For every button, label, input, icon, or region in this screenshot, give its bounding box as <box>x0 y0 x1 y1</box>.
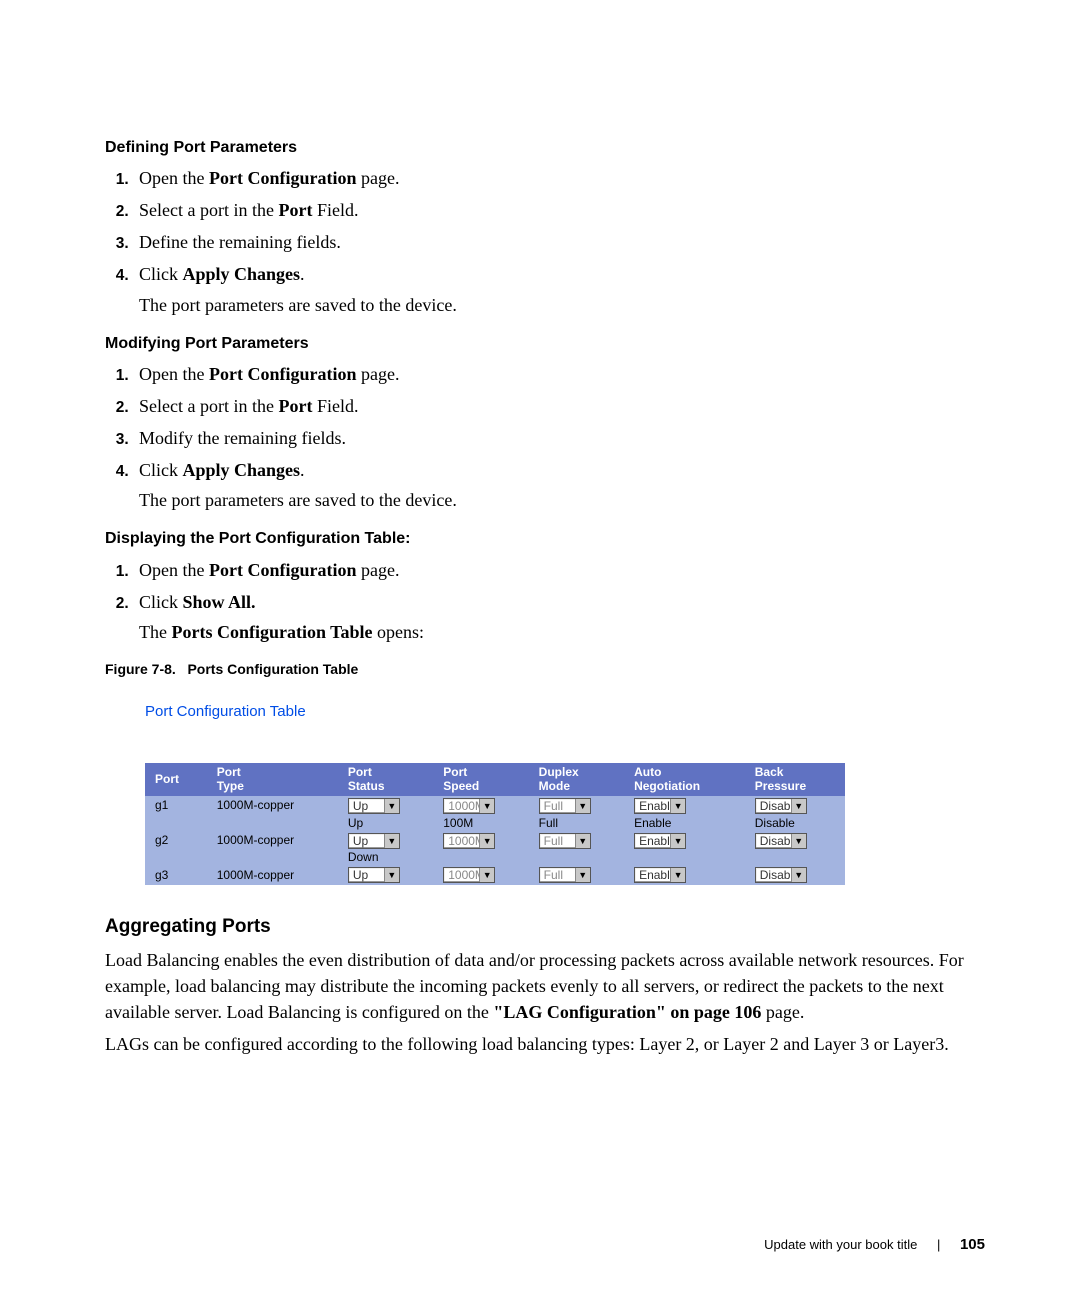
chevron-down-icon: ▼ <box>575 868 590 882</box>
figure-caption: Figure 7-8. Ports Configuration Table <box>105 659 990 679</box>
port-status-select[interactable]: Up▼ <box>348 867 400 883</box>
port-speed-select: 1000M▼ <box>443 867 495 883</box>
col-back-pressure: BackPressure <box>745 763 845 797</box>
cell-port-type: 1000M-copper <box>207 796 338 815</box>
page-footer: Update with your book title | 105 <box>764 1234 985 1256</box>
cell-port-type: 1000M-copper <box>207 831 338 850</box>
section-heading-aggregating: Aggregating Ports <box>105 913 990 941</box>
section-heading-displaying: Displaying the Port Configuration Table: <box>105 527 990 550</box>
back-pressure-select[interactable]: Disable▼ <box>755 798 807 814</box>
auto-negotiation-select[interactable]: Enable▼ <box>634 833 686 849</box>
table-row: g11000M-copper Up▼ 1000M▼ Full▼ Enable▼ Disab… <box>145 796 845 815</box>
cell-port: g3 <box>145 866 207 885</box>
actual-status: Down <box>338 850 433 865</box>
col-port-speed: PortSpeed <box>433 763 528 797</box>
table-row: g21000M-copper Up▼ 1000M▼ Full▼ Enable▼ Disab… <box>145 831 845 850</box>
actual-auto: Enable <box>624 816 745 831</box>
port-status-select[interactable]: Up▼ <box>348 798 400 814</box>
table-row: g31000M-copper Up▼ 1000M▼ Full▼ Enable▼ Disab… <box>145 866 845 885</box>
col-port-status: PortStatus <box>338 763 433 797</box>
actual-back <box>745 850 845 865</box>
step: Open the Port Configuration page. <box>133 557 990 583</box>
chevron-down-icon: ▼ <box>791 834 806 848</box>
actual-speed <box>433 850 528 865</box>
steps-list-displaying: Open the Port Configuration page. Click … <box>105 557 990 645</box>
chevron-down-icon: ▼ <box>575 799 590 813</box>
step: Select a port in the Port Field. <box>133 197 990 223</box>
duplex-mode-select: Full▼ <box>539 798 591 814</box>
actual-status: Up <box>338 816 433 831</box>
steps-list-defining: Open the Port Configuration page. Select… <box>105 165 990 317</box>
chevron-down-icon: ▼ <box>575 834 590 848</box>
chevron-down-icon: ▼ <box>670 868 685 882</box>
page-number: 105 <box>960 1236 985 1253</box>
table-title: Port Configuration Table <box>145 701 990 723</box>
step-result: The port parameters are saved to the dev… <box>139 292 990 318</box>
steps-list-modifying: Open the Port Configuration page. Select… <box>105 361 990 513</box>
aggregating-paragraph-1: Load Balancing enables the even distribu… <box>105 947 990 1025</box>
book-title: Update with your book title <box>764 1237 917 1252</box>
actual-duplex <box>529 850 624 865</box>
duplex-mode-select: Full▼ <box>539 833 591 849</box>
section-heading-defining: Defining Port Parameters <box>105 136 990 159</box>
auto-negotiation-select[interactable]: Enable▼ <box>634 867 686 883</box>
cell-port: g1 <box>145 796 207 815</box>
actual-speed: 100M <box>433 816 528 831</box>
port-status-select[interactable]: Up▼ <box>348 833 400 849</box>
step-result: The Ports Configuration Table opens: <box>139 619 990 645</box>
chevron-down-icon: ▼ <box>479 834 494 848</box>
col-port-type: PortType <box>207 763 338 797</box>
section-heading-modifying: Modifying Port Parameters <box>105 332 990 355</box>
chevron-down-icon: ▼ <box>791 799 806 813</box>
auto-negotiation-select[interactable]: Enable▼ <box>634 798 686 814</box>
chevron-down-icon: ▼ <box>384 834 399 848</box>
step: Click Apply Changes. The port parameters… <box>133 261 990 317</box>
step: Define the remaining fields. <box>133 229 990 255</box>
back-pressure-select[interactable]: Disable▼ <box>755 833 807 849</box>
chevron-down-icon: ▼ <box>384 868 399 882</box>
actual-duplex: Full <box>529 816 624 831</box>
step: Select a port in the Port Field. <box>133 393 990 419</box>
col-auto-negotiation: AutoNegotiation <box>624 763 745 797</box>
table-row-actual: Down <box>145 850 845 865</box>
chevron-down-icon: ▼ <box>791 868 806 882</box>
duplex-mode-select: Full▼ <box>539 867 591 883</box>
chevron-down-icon: ▼ <box>479 868 494 882</box>
chevron-down-icon: ▼ <box>384 799 399 813</box>
step: Click Show All. The Ports Configuration … <box>133 589 990 645</box>
cell-port: g2 <box>145 831 207 850</box>
chevron-down-icon: ▼ <box>479 799 494 813</box>
back-pressure-select[interactable]: Disable▼ <box>755 867 807 883</box>
step: Click Apply Changes. The port parameters… <box>133 457 990 513</box>
port-speed-select: 1000M▼ <box>443 833 495 849</box>
actual-auto <box>624 850 745 865</box>
port-configuration-table: Port PortType PortStatus PortSpeed Duple… <box>145 763 845 885</box>
col-port: Port <box>145 763 207 797</box>
chevron-down-icon: ▼ <box>670 834 685 848</box>
step-result: The port parameters are saved to the dev… <box>139 487 990 513</box>
port-speed-select: 1000M▼ <box>443 798 495 814</box>
col-duplex-mode: DuplexMode <box>529 763 624 797</box>
chevron-down-icon: ▼ <box>670 799 685 813</box>
step: Open the Port Configuration page. <box>133 361 990 387</box>
table-row-actual: Up100MFullEnableDisable <box>145 816 845 831</box>
table-header-row: Port PortType PortStatus PortSpeed Duple… <box>145 763 845 797</box>
aggregating-paragraph-2: LAGs can be configured according to the … <box>105 1031 990 1057</box>
step: Open the Port Configuration page. <box>133 165 990 191</box>
cell-port-type: 1000M-copper <box>207 866 338 885</box>
actual-back: Disable <box>745 816 845 831</box>
step: Modify the remaining fields. <box>133 425 990 451</box>
